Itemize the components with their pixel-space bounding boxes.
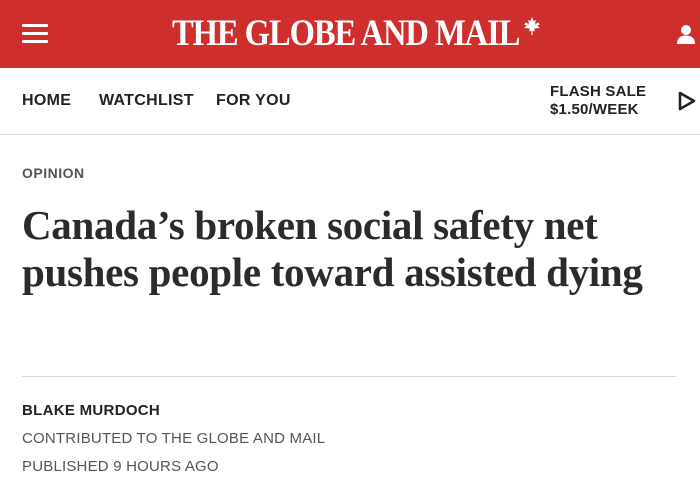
site-logo[interactable]: THE GLOBE AND MAIL (172, 14, 567, 54)
user-account-icon[interactable] (676, 24, 696, 44)
primary-nav: HOME WATCHLIST FOR YOU FLASH SALE $1.50/… (0, 68, 700, 135)
nav-for-you[interactable]: FOR YOU (216, 92, 291, 110)
nav-watchlist[interactable]: WATCHLIST (99, 92, 194, 110)
promo-line-1: FLASH SALE (550, 83, 647, 100)
section-label[interactable]: OPINION (22, 165, 85, 181)
published-time: PUBLISHED 9 HOURS AGO (22, 458, 219, 475)
site-header: THE GLOBE AND MAIL (0, 0, 700, 68)
author-name[interactable]: BLAKE MURDOCH (22, 402, 160, 419)
article-headline: Canada’s broken social safety net pushes… (22, 202, 643, 295)
hamburger-menu-icon[interactable] (22, 24, 48, 44)
logo-text: THE GLOBE AND MAIL (172, 13, 520, 54)
nav-home[interactable]: HOME (22, 92, 71, 110)
promo-line-2: $1.50/WEEK (550, 101, 639, 118)
play-arrow-icon[interactable] (676, 90, 698, 112)
flash-sale-promo[interactable]: FLASH SALE $1.50/WEEK (550, 83, 646, 119)
maple-leaf-icon (524, 17, 540, 35)
contribution-note: CONTRIBUTED TO THE GLOBE AND MAIL (22, 430, 326, 447)
byline-divider (22, 376, 676, 377)
